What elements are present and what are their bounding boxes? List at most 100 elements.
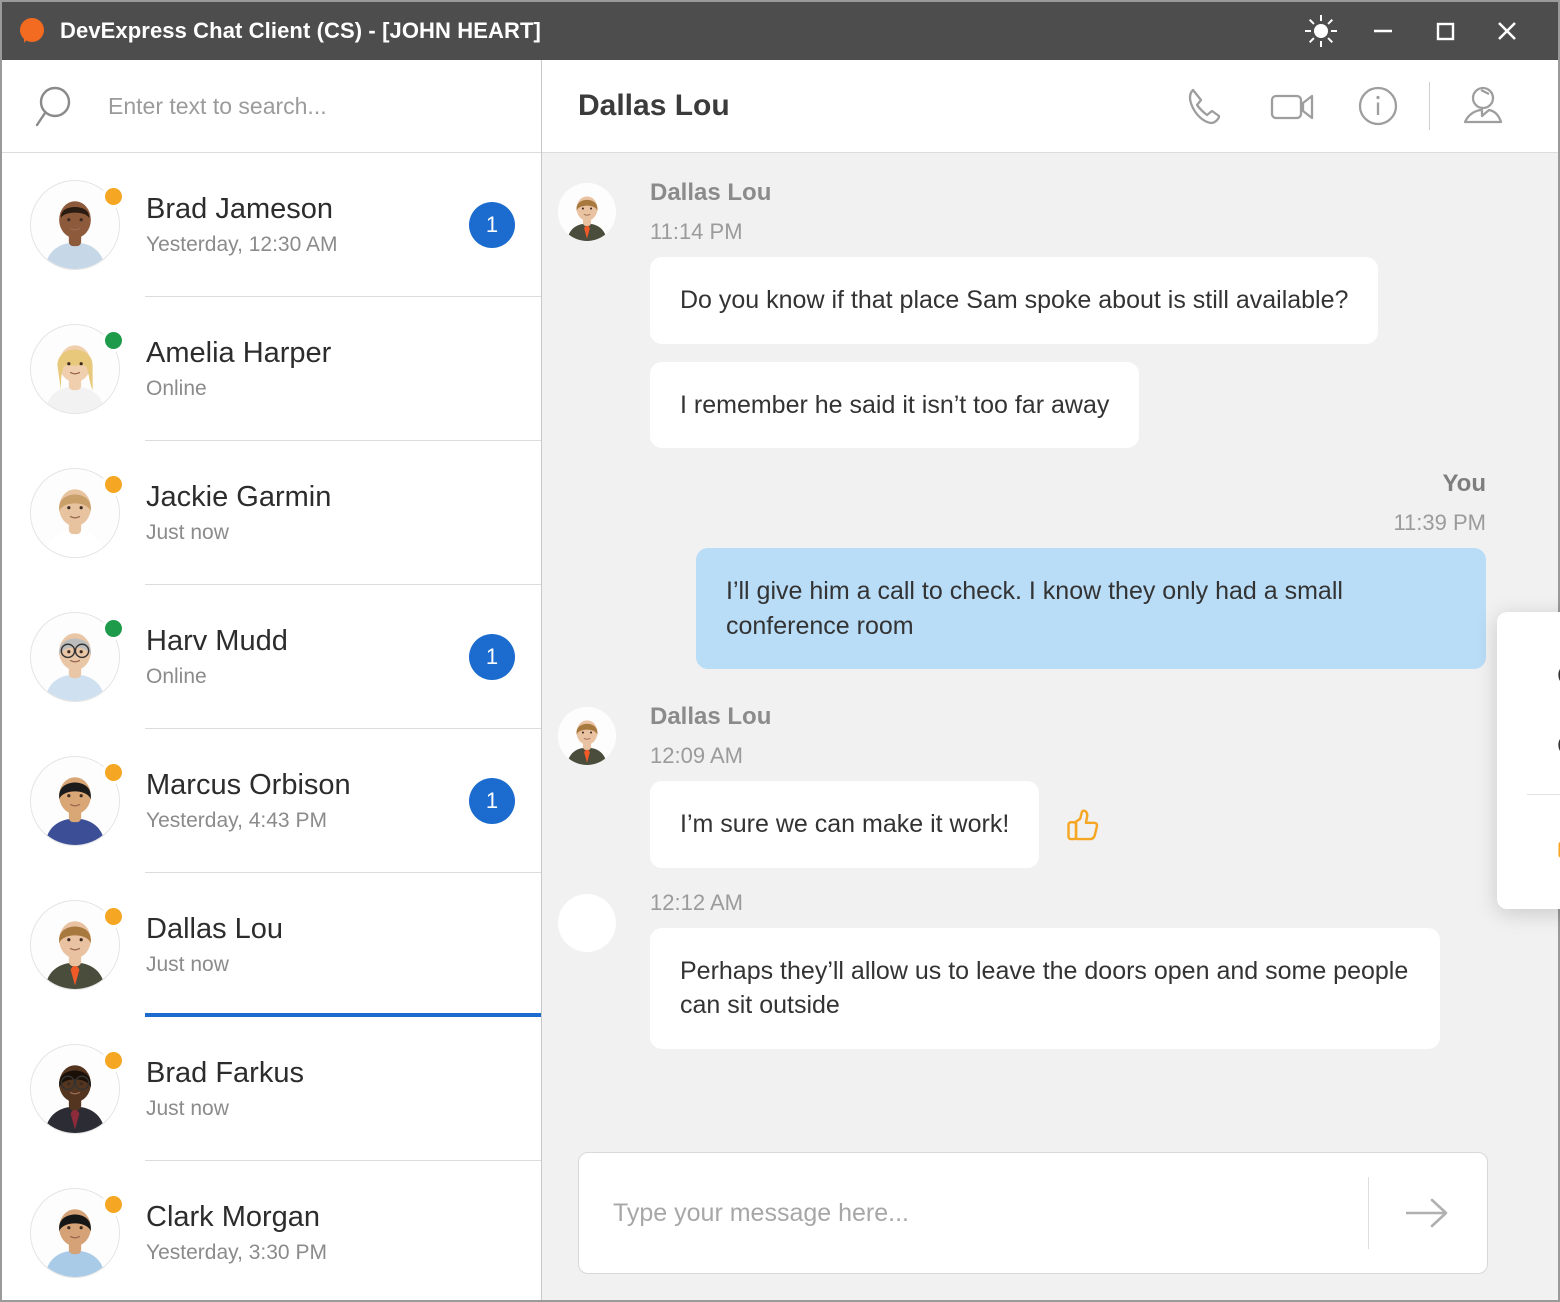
message-row: I’m sure we can make it work! (650, 781, 1488, 868)
chat-panel: Dallas Lou Dallas Lou 11:14 PM Do you kn… (542, 60, 1560, 1300)
message-row: Perhaps they’ll allow us to leave the do… (650, 927, 1488, 1049)
message-list: Dallas Lou 11:14 PM Do you know if that pl… (542, 153, 1558, 1132)
avatar (30, 324, 122, 414)
message-bubble[interactable]: I’ll give him a call to check. I know th… (696, 548, 1486, 669)
message-timestamp: 12:09 AM (650, 743, 743, 768)
contact-list-item[interactable]: Dallas Lou Just now (2, 873, 541, 1017)
sun-icon (1304, 14, 1338, 48)
video-call-button[interactable] (1249, 60, 1335, 153)
contact-text: Brad Jameson Yesterday, 12:30 AM (146, 193, 469, 256)
menu-item-copy-message[interactable]: Copy Message (1497, 640, 1560, 710)
avatar (30, 1044, 122, 1134)
contact-list-item[interactable]: Jackie Garmin Just now (2, 441, 541, 585)
message-bubble[interactable]: Do you know if that place Sam spoke abou… (650, 257, 1379, 344)
contact-status-text: Just now (146, 952, 229, 976)
contact-status-text: Yesterday, 3:30 PM (146, 1240, 327, 1264)
message-input[interactable] (579, 1198, 1368, 1228)
contact-text: Harv Mudd Online (146, 625, 469, 688)
main-body: Brad Jameson Yesterday, 12:30 AM 1 Amelia H… (2, 60, 1560, 1300)
contact-text: Jackie Garmin Just now (146, 481, 469, 544)
contact-list-item[interactable]: Brad Jameson Yesterday, 12:30 AM 1 (2, 153, 541, 297)
message-group: Dallas Lou 12:09 AM I’m sure we can make i… (542, 703, 1488, 886)
message-timestamp: 11:14 PM (650, 219, 743, 244)
contact-list[interactable]: Brad Jameson Yesterday, 12:30 AM 1 Amelia H… (2, 153, 541, 1300)
contact-text: Clark Morgan Yesterday, 3:30 PM (146, 1201, 469, 1264)
contact-name: Jackie Garmin (146, 481, 332, 514)
contact-name: Harv Mudd (146, 625, 288, 658)
title-bar: DevExpress Chat Client (CS) - [JOHN HEAR… (2, 2, 1558, 60)
contact-status-text: Just now (146, 520, 229, 544)
message-body: 12:12 AM Perhaps they’ll allow us to leav… (650, 890, 1488, 1067)
search-input[interactable] (108, 92, 541, 120)
status-dot-away (105, 1196, 122, 1213)
menu-item-like-message[interactable]: Like Message (1497, 809, 1560, 879)
chat-info-button[interactable] (1335, 60, 1421, 153)
status-dot-away (105, 908, 122, 925)
contact-status-text: Online (146, 376, 207, 400)
avatar (30, 1188, 122, 1278)
search-icon-button[interactable] (2, 80, 108, 132)
message-timestamp: 12:12 AM (650, 889, 743, 915)
maximize-icon (1436, 22, 1455, 41)
phone-icon (1188, 88, 1221, 125)
avatar (30, 756, 122, 846)
contact-list-item[interactable]: Amelia Harper Online (2, 297, 541, 441)
search-icon (35, 86, 71, 127)
contact-list-item[interactable]: Brad Farkus Just now (2, 1017, 541, 1161)
unread-badge: 1 (469, 634, 515, 680)
like-reaction-icon[interactable] (1061, 802, 1105, 846)
status-dot-online (105, 620, 122, 637)
contact-text: Brad Farkus Just now (146, 1057, 469, 1120)
message-sender: Dallas Lou (650, 703, 772, 730)
contact-list-item[interactable]: Harv Mudd Online 1 (2, 585, 541, 729)
message-group: You 11:39 PM I’ll give him a call to check… (542, 470, 1488, 687)
contact-text: Dallas Lou Just now (146, 913, 469, 976)
message-row: I remember he said it isn’t too far away (650, 361, 1488, 448)
status-dot-away (105, 764, 122, 781)
audio-call-button[interactable] (1163, 60, 1249, 153)
contact-name: Amelia Harper (146, 337, 332, 370)
contact-name: Marcus Orbison (146, 769, 351, 802)
message-bubble[interactable]: I remember he said it isn’t too far away (650, 361, 1140, 448)
message-row: I’ll give him a call to check. I know th… (696, 548, 1486, 669)
contact-list-item[interactable]: Marcus Orbison Yesterday, 4:43 PM 1 (2, 729, 541, 873)
minimize-button[interactable] (1352, 2, 1414, 60)
contact-name: Clark Morgan (146, 1201, 321, 1234)
message-avatar (558, 183, 616, 241)
message-timestamp: 11:39 PM (1393, 510, 1486, 535)
close-button[interactable] (1476, 2, 1538, 60)
message-bubble[interactable]: I’m sure we can make it work! (650, 781, 1040, 868)
contact-status-text: Yesterday, 4:43 PM (146, 808, 327, 832)
send-message-button[interactable] (1369, 1153, 1487, 1273)
message-context-menu[interactable]: Copy Message Copy Text Like Message (1497, 612, 1560, 909)
unread-badge: 1 (469, 778, 515, 824)
message-composer[interactable] (578, 1152, 1488, 1274)
message-body: Dallas Lou 11:14 PM Do you know if that pl… (650, 179, 1488, 466)
video-camera-icon (1270, 94, 1314, 120)
chat-client-window: DevExpress Chat Client (CS) - [JOHN HEAR… (0, 0, 1560, 1302)
search-bar (2, 60, 541, 153)
message-avatar (558, 707, 616, 765)
close-icon (1498, 22, 1516, 40)
message-group: 12:12 AM Perhaps they’ll allow us to leav… (542, 890, 1488, 1067)
status-dot-online (105, 332, 122, 349)
avatar (30, 468, 122, 558)
menu-divider (1527, 794, 1560, 795)
theme-toggle-button[interactable] (1290, 2, 1352, 60)
message-bubble[interactable]: Perhaps they’ll allow us to leave the do… (650, 927, 1440, 1049)
message-sender: You (1442, 470, 1486, 497)
contact-status-text: Yesterday, 12:30 AM (146, 232, 338, 256)
contact-status-text: Online (146, 664, 207, 688)
contact-text: Marcus Orbison Yesterday, 4:43 PM (146, 769, 469, 832)
avatar (30, 180, 122, 270)
message-row: Do you know if that place Sam spoke abou… (650, 257, 1488, 344)
arrow-right-icon (1406, 1198, 1448, 1228)
window-title: DevExpress Chat Client (CS) - [JOHN HEAR… (60, 18, 541, 43)
app-logo-icon (20, 18, 46, 44)
menu-item-copy-text[interactable]: Copy Text (1497, 710, 1560, 780)
contact-list-item[interactable]: Clark Morgan Yesterday, 3:30 PM (2, 1161, 541, 1300)
user-profile-button[interactable] (1438, 60, 1524, 153)
contacts-sidebar: Brad Jameson Yesterday, 12:30 AM 1 Amelia H… (2, 60, 542, 1300)
avatar (30, 612, 122, 702)
maximize-button[interactable] (1414, 2, 1476, 60)
